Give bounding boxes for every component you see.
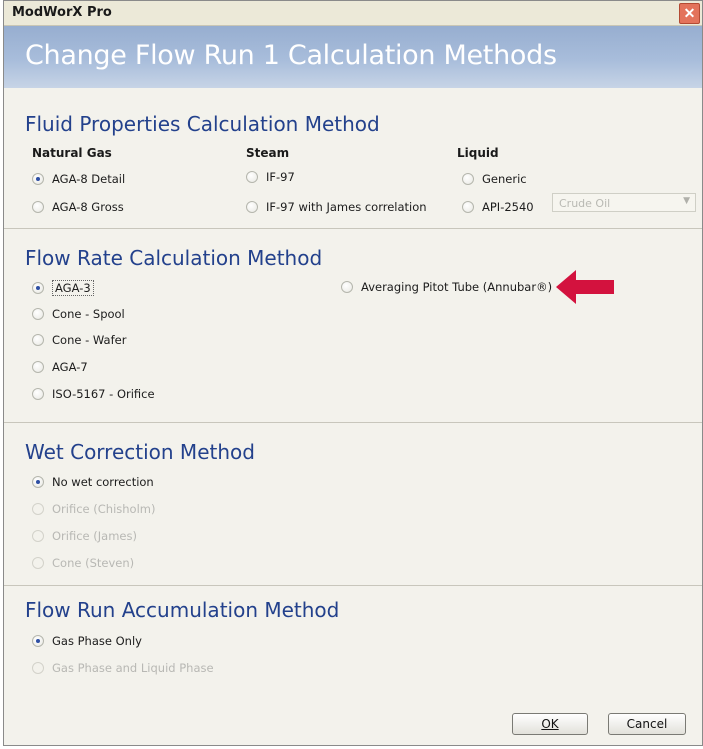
- radio-button: [32, 503, 44, 515]
- radio-aga8-detail[interactable]: AGA-8 Detail: [32, 172, 125, 186]
- radio-button: [32, 530, 44, 542]
- radio-button[interactable]: [32, 201, 44, 213]
- radio-orifice-chisholm: Orifice (Chisholm): [32, 502, 155, 516]
- radio-label: Gas Phase Only: [52, 634, 142, 648]
- section-title-accumulation: Flow Run Accumulation Method: [25, 598, 340, 622]
- radio-button[interactable]: [462, 173, 474, 185]
- radio-label: API-2540: [482, 200, 534, 214]
- radio-button[interactable]: [462, 201, 474, 213]
- radio-cone-steven: Cone (Steven): [32, 556, 134, 570]
- radio-aga3[interactable]: AGA-3: [32, 280, 94, 296]
- flow-rate-section: Flow Rate Calculation Method AGA-3 Cone …: [4, 229, 702, 423]
- page-title: Change Flow Run 1 Calculation Methods: [25, 40, 557, 71]
- radio-button[interactable]: [246, 171, 258, 183]
- section-title-flow-rate: Flow Rate Calculation Method: [25, 246, 323, 270]
- radio-no-wet-correction[interactable]: No wet correction: [32, 475, 154, 489]
- radio-label: Orifice (Chisholm): [52, 502, 156, 516]
- radio-button: [32, 557, 44, 569]
- radio-averaging-pitot[interactable]: Averaging Pitot Tube (Annubar®): [341, 280, 552, 294]
- title-bar: ModWorX Pro ✕: [4, 1, 702, 26]
- radio-generic[interactable]: Generic: [462, 172, 527, 186]
- radio-label: IF-97: [266, 170, 295, 184]
- natural-gas-heading: Natural Gas: [32, 146, 112, 160]
- ok-button[interactable]: OK: [512, 713, 588, 735]
- radio-gas-liquid-phase: Gas Phase and Liquid Phase: [32, 661, 214, 675]
- radio-iso5167[interactable]: ISO-5167 - Orifice: [32, 387, 155, 401]
- radio-label: Generic: [482, 172, 527, 186]
- liquid-heading: Liquid: [457, 146, 499, 160]
- radio-label: Cone (Steven): [52, 556, 135, 570]
- radio-aga8-gross[interactable]: AGA-8 Gross: [32, 200, 124, 214]
- wet-correction-section: Wet Correction Method No wet correction …: [4, 423, 702, 586]
- section-title-wet: Wet Correction Method: [25, 440, 255, 464]
- radio-label: AGA-8 Detail: [52, 172, 126, 186]
- radio-button[interactable]: [32, 173, 44, 185]
- radio-button[interactable]: [32, 476, 44, 488]
- radio-button: [32, 662, 44, 674]
- liquid-product-dropdown[interactable]: Crude Oil ▼: [552, 193, 696, 212]
- radio-orifice-james: Orifice (James): [32, 529, 137, 543]
- radio-button[interactable]: [32, 282, 44, 294]
- radio-button[interactable]: [32, 361, 44, 373]
- radio-label: Orifice (James): [52, 529, 137, 543]
- radio-label: IF-97 with James correlation: [266, 200, 427, 214]
- radio-label: Cone - Wafer: [52, 333, 127, 347]
- chevron-down-icon[interactable]: ▼: [683, 196, 690, 206]
- radio-cone-wafer[interactable]: Cone - Wafer: [32, 333, 126, 347]
- dropdown-value: Crude Oil: [559, 197, 611, 210]
- callout-arrow-icon: [556, 270, 614, 304]
- radio-button[interactable]: [246, 201, 258, 213]
- header-banner: Change Flow Run 1 Calculation Methods: [4, 26, 702, 88]
- radio-aga7[interactable]: AGA-7: [32, 360, 88, 374]
- radio-label: No wet correction: [52, 475, 154, 489]
- radio-label: Gas Phase and Liquid Phase: [52, 661, 214, 675]
- steam-heading: Steam: [246, 146, 290, 160]
- section-title-fluid: Fluid Properties Calculation Method: [25, 112, 380, 136]
- radio-label: Averaging Pitot Tube (Annubar®): [361, 280, 553, 294]
- radio-button[interactable]: [32, 388, 44, 400]
- radio-if97-james[interactable]: IF-97 with James correlation: [246, 200, 427, 214]
- radio-label: AGA-3: [52, 280, 94, 296]
- radio-button[interactable]: [32, 334, 44, 346]
- window-title: ModWorX Pro: [12, 5, 112, 20]
- close-icon[interactable]: ✕: [679, 3, 700, 24]
- cancel-label: Cancel: [626, 717, 668, 731]
- radio-label: AGA-7: [52, 360, 88, 374]
- radio-label: AGA-8 Gross: [52, 200, 124, 214]
- radio-if97[interactable]: IF-97: [246, 170, 295, 184]
- radio-gas-phase-only[interactable]: Gas Phase Only: [32, 634, 142, 648]
- radio-cone-spool[interactable]: Cone - Spool: [32, 307, 125, 321]
- radio-label: Cone - Spool: [52, 307, 125, 321]
- radio-button[interactable]: [32, 308, 44, 320]
- cancel-button[interactable]: Cancel: [608, 713, 686, 735]
- accumulation-section: Flow Run Accumulation Method Gas Phase O…: [4, 586, 702, 692]
- radio-api2540[interactable]: API-2540: [462, 200, 534, 214]
- dialog-window: ModWorX Pro ✕ Change Flow Run 1 Calculat…: [3, 0, 703, 746]
- ok-label: OK: [541, 717, 559, 731]
- radio-button[interactable]: [341, 281, 353, 293]
- radio-button[interactable]: [32, 635, 44, 647]
- radio-label: ISO-5167 - Orifice: [52, 387, 155, 401]
